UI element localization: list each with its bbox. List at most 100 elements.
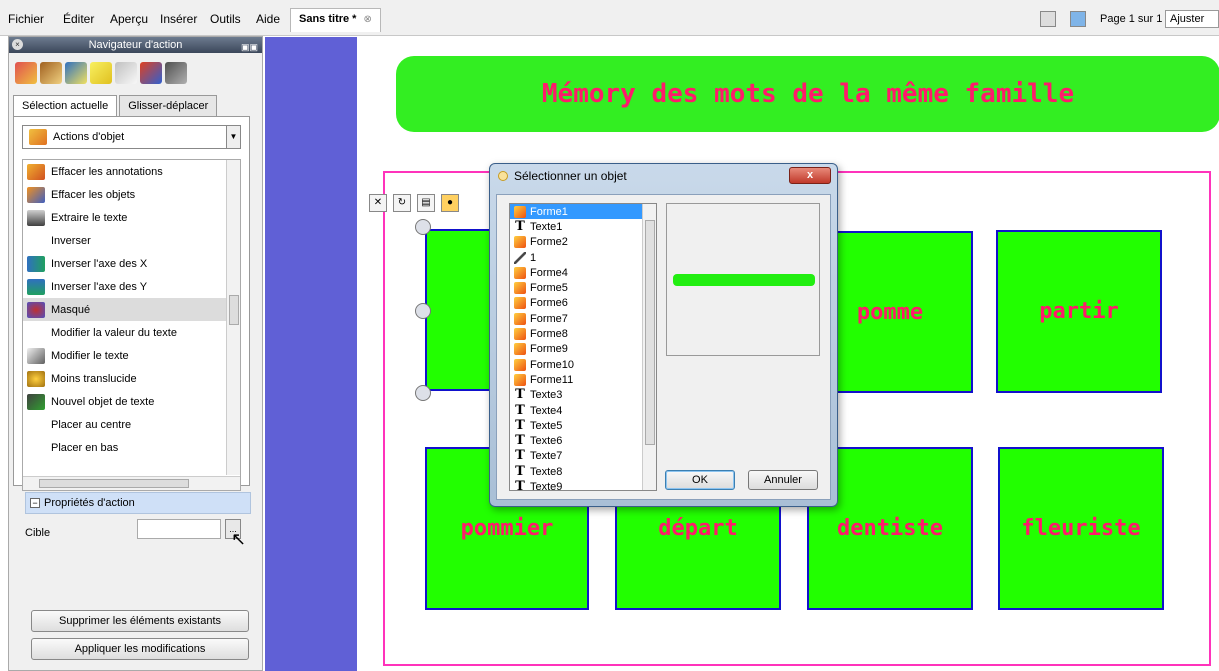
title-banner[interactable]: Mémory des mots de la même famille [396,56,1219,132]
object-preview [666,203,820,356]
object-name: Texte3 [530,389,563,402]
tab-drag-drop[interactable]: Glisser-déplacer [119,95,218,117]
object-list: Forme1 T Texte1 Forme2 1 Forme4 Forme5 Forme6 Fo… [509,203,657,491]
delete-existing-button[interactable]: Supprimer les éléments existants [31,610,249,632]
object-name: Forme10 [530,358,575,371]
text-icon: T [515,417,525,433]
page-view-icon[interactable] [1040,11,1056,27]
pen-icon [514,251,526,264]
scroll-thumb[interactable] [229,295,239,325]
list-item[interactable]: Moins translucide [23,367,240,390]
list-item[interactable]: T Texte6 [510,433,656,448]
list-item[interactable]: Inverser [23,229,240,252]
list-item[interactable]: Forme6 [510,296,656,311]
chevron-down-icon[interactable]: ▼ [226,126,240,148]
card-4[interactable]: partir [996,230,1162,393]
document-icon[interactable] [115,62,137,84]
shape-icon [514,373,526,386]
menu-edit[interactable]: Éditer [63,12,94,26]
action-properties-header[interactable]: − Propriétés d'action [25,492,251,514]
list-item[interactable]: Modifier le texte [23,344,240,367]
close-icon[interactable]: × [12,39,23,50]
vertical-scrollbar[interactable] [642,204,656,490]
close-tab-icon[interactable]: ⊗ [364,14,372,25]
picture-icon[interactable] [65,62,87,84]
note-icon[interactable] [90,62,112,84]
list-item[interactable]: T Texte8 [510,464,656,479]
list-item[interactable]: Forme1 [510,204,656,220]
list-item[interactable]: Placer en bas [23,436,240,459]
list-item[interactable]: Forme5 [510,280,656,295]
spinning-top-icon[interactable] [140,62,162,84]
tools-gear-icon[interactable] [165,62,187,84]
properties-icon[interactable]: ▤ [417,194,435,212]
blank-icon [27,325,45,341]
text-icon: T [515,478,525,491]
tab-body: Actions d'objet ▼ Effacer les annotation… [13,116,250,491]
shape-icon [514,343,526,356]
horizontal-scrollbar[interactable] [23,476,240,490]
cancel-button[interactable]: Annuler [748,470,818,490]
list-item[interactable]: 1 [510,250,656,265]
collapse-icon[interactable]: − [30,498,40,508]
list-item[interactable]: Inverser l'axe des Y [23,275,240,298]
document-tab[interactable]: Sans titre * ⊗ [290,8,381,32]
menu-view[interactable]: Aperçu [110,12,148,26]
vertical-scrollbar[interactable] [226,160,240,475]
resize-handle[interactable] [415,303,431,319]
list-item-selected[interactable]: Masqué [23,298,240,321]
scroll-thumb[interactable] [39,479,189,488]
film-icon[interactable] [40,62,62,84]
target-field[interactable] [137,519,221,539]
resize-handle[interactable] [415,385,431,401]
resize-handle[interactable] [415,219,431,235]
list-item[interactable]: T Texte1 [510,219,656,234]
list-item[interactable]: Extraire le texte [23,206,240,229]
list-item[interactable]: Effacer les objets [23,183,240,206]
scroll-thumb[interactable] [645,220,655,445]
list-item[interactable]: Effacer les annotations [23,160,240,183]
object-name: Forme8 [530,328,568,341]
object-name: Forme6 [530,297,568,310]
tools-icon[interactable] [15,62,37,84]
list-item[interactable]: T Texte3 [510,388,656,403]
apply-changes-button[interactable]: Appliquer les modifications [31,638,249,660]
list-item[interactable]: Forme7 [510,311,656,326]
ok-button[interactable]: OK [665,470,735,490]
list-item[interactable]: Inverser l'axe des X [23,252,240,275]
list-item[interactable]: Forme8 [510,326,656,341]
rotate-icon[interactable]: ↻ [393,194,411,212]
transparency-icon[interactable]: ● [441,194,459,212]
menu-tools[interactable]: Outils [210,12,241,26]
list-item[interactable]: T Texte7 [510,449,656,464]
tab-current-selection[interactable]: Sélection actuelle [13,95,118,117]
text-icon: T [515,433,525,449]
list-item[interactable]: Modifier la valeur du texte [23,321,240,344]
object-name: Texte4 [530,404,563,417]
pin-icon[interactable]: ▣▣ [241,39,258,55]
flip-x-icon [27,255,45,272]
object-name: Texte9 [530,480,563,491]
list-item[interactable]: T Texte5 [510,418,656,433]
list-item[interactable]: Forme11 [510,372,656,387]
menu-help[interactable]: Aide [256,12,280,26]
menu-insert[interactable]: Insérer [160,12,197,26]
blank-icon [27,233,45,249]
list-item[interactable]: Forme10 [510,357,656,372]
list-item[interactable]: Forme9 [510,342,656,357]
card-8[interactable]: fleuriste [998,447,1164,610]
action-category-select[interactable]: Actions d'objet ▼ [22,125,241,149]
navigator-title: Navigateur d'action [88,39,183,51]
list-item[interactable]: Forme4 [510,265,656,280]
list-item[interactable]: Placer au centre [23,413,240,436]
list-item[interactable]: T Texte9 [510,478,656,491]
list-item[interactable]: Forme2 [510,235,656,250]
settings-icon[interactable] [1070,11,1086,27]
list-item[interactable]: T Texte4 [510,403,656,418]
close-button[interactable]: x [789,167,831,184]
move-icon[interactable]: ✕ [369,194,387,212]
action-category-label: Actions d'objet [53,131,125,143]
list-item[interactable]: Nouvel objet de texte [23,390,240,413]
menu-file[interactable]: Fichier [8,12,44,26]
zoom-select[interactable]: Ajuster [1165,10,1219,28]
